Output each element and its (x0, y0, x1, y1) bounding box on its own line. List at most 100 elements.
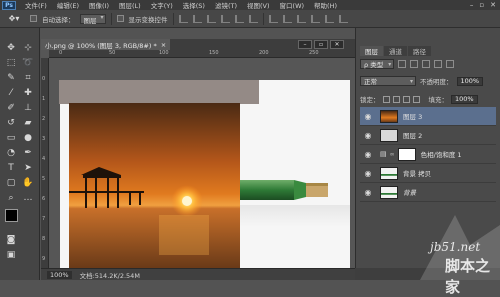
type-tool-icon[interactable]: T (4, 162, 18, 174)
close-tab-icon[interactable]: × (161, 41, 166, 49)
zoom-tool-icon[interactable]: ⌕ (4, 192, 18, 204)
align-vcenter-icon[interactable] (192, 14, 202, 23)
marquee-tool-icon[interactable]: ⬚ (4, 57, 18, 69)
tab-paths[interactable]: 路径 (408, 46, 431, 56)
eraser-tool-icon[interactable]: ▰ (21, 117, 35, 129)
layer-row[interactable]: ◉ 图层 3 (360, 107, 496, 126)
clone-stamp-tool-icon[interactable]: ⊥ (21, 102, 35, 114)
visibility-eye-icon[interactable]: ◉ (362, 150, 374, 159)
visibility-eye-icon[interactable]: ◉ (362, 188, 374, 197)
adjustment-layer-icon: ▤ (380, 150, 387, 158)
menu-select[interactable]: 选择(S) (178, 0, 210, 10)
align-top-icon[interactable] (178, 14, 188, 23)
move-tool-icon[interactable]: ✥ (4, 42, 18, 54)
menu-filter[interactable]: 滤镜(T) (210, 0, 242, 10)
distribute-left-icon[interactable] (310, 14, 320, 23)
brush-tool-icon[interactable]: ✐ (4, 102, 18, 114)
auto-select-dropdown[interactable]: 图层 (79, 13, 106, 25)
quick-select-tool-icon[interactable]: ✎ (4, 72, 18, 84)
blur-tool-icon[interactable]: ● (21, 132, 35, 144)
align-hcenter-icon[interactable] (234, 14, 244, 23)
tab-channels[interactable]: 通道 (384, 46, 407, 56)
history-brush-tool-icon[interactable]: ↺ (4, 117, 18, 129)
lock-transparent-icon[interactable] (382, 95, 390, 103)
crop-tool-icon[interactable]: ⌗ (21, 72, 35, 84)
distribute-hcenter-icon[interactable] (324, 14, 334, 23)
shape-filter-icon[interactable] (434, 60, 443, 68)
menu-image[interactable]: 图像(I) (84, 0, 114, 10)
fill-label: 填充： (428, 96, 449, 104)
distribute-top-icon[interactable] (268, 14, 278, 23)
layer-row[interactable]: ◉ 背景 (360, 183, 496, 202)
dodge-tool-icon[interactable]: ◔ (4, 147, 18, 159)
menu-type[interactable]: 文字(Y) (146, 0, 178, 10)
layer-kind-filter[interactable]: ρ 类型 (360, 59, 395, 69)
pen-tool-icon[interactable]: ✒ (21, 147, 35, 159)
opacity-field[interactable]: 100% (456, 76, 484, 86)
text-filter-icon[interactable] (422, 60, 431, 68)
minimize-icon[interactable]: – (470, 1, 474, 9)
window-controls: – ▫ ✕ (470, 0, 496, 10)
divider (262, 12, 264, 25)
ruler-horizontal: 0 50 100 150 200 250 (49, 50, 355, 58)
eyedropper-tool-icon[interactable]: ⁄ (4, 87, 18, 99)
hand-tool-icon[interactable]: ✋ (21, 177, 35, 189)
foreground-color-swatch[interactable] (5, 209, 18, 222)
align-left-icon[interactable] (220, 14, 230, 23)
ruler-number: 0 (42, 76, 46, 82)
menu-layer[interactable]: 图层(L) (114, 0, 146, 10)
lock-all-icon[interactable] (412, 95, 420, 103)
more-tools-icon[interactable]: … (21, 192, 35, 204)
close-icon[interactable]: ✕ (490, 1, 496, 9)
show-transform-checkbox[interactable] (116, 15, 124, 22)
ruler-number: 6 (42, 196, 46, 202)
lasso-tool-icon[interactable]: ➰ (21, 57, 35, 69)
doc-minimize-icon[interactable]: – (298, 40, 312, 49)
visibility-eye-icon[interactable]: ◉ (362, 169, 374, 178)
document-size-info[interactable]: 文档:514.2K/2.54M (80, 270, 140, 280)
pixel-filter-icon[interactable] (398, 60, 407, 68)
fill-field[interactable]: 100% (451, 94, 478, 104)
lock-position-icon[interactable] (402, 95, 410, 103)
maximize-icon[interactable]: ▫ (479, 1, 484, 9)
doc-close-icon[interactable]: ✕ (330, 40, 344, 49)
gradient-tool-icon[interactable]: ▭ (4, 132, 18, 144)
screen-mode-icon[interactable]: ▣ (4, 249, 18, 261)
align-bottom-icon[interactable] (206, 14, 216, 23)
distribute-right-icon[interactable] (338, 14, 348, 23)
path-select-tool-icon[interactable]: ➤ (21, 162, 35, 174)
layer-name: 图层 2 (403, 132, 423, 140)
ruler-number: 150 (209, 50, 219, 56)
visibility-eye-icon[interactable]: ◉ (362, 131, 374, 140)
ruler-number: 100 (159, 50, 169, 56)
distribute-bottom-icon[interactable] (296, 14, 306, 23)
adjustment-filter-icon[interactable] (410, 60, 419, 68)
menu-edit[interactable]: 编辑(E) (52, 0, 84, 10)
align-right-icon[interactable] (248, 14, 258, 23)
artboard-tool-icon[interactable]: ⊹ (21, 42, 35, 54)
menu-help[interactable]: 帮助(H) (309, 0, 342, 10)
lock-image-icon[interactable] (392, 95, 400, 103)
layer-row[interactable]: ◉ 图层 2 (360, 126, 496, 145)
layer-row[interactable]: ◉ 背景 拷贝 (360, 164, 496, 183)
move-tool-preset-icon[interactable]: ✥▾ (3, 13, 25, 25)
doc-restore-icon[interactable]: ▫ (314, 40, 328, 49)
layer-row[interactable]: ◉ ▤ ∞ 色相/饱和度 1 (360, 145, 496, 164)
gray-layer-rect (59, 80, 259, 104)
healing-brush-tool-icon[interactable]: ✚ (21, 87, 35, 99)
menu-window[interactable]: 窗口(W) (275, 0, 310, 10)
menu-file[interactable]: 文件(F) (20, 0, 52, 10)
quick-mask-icon[interactable]: ◙ (4, 234, 18, 246)
zoom-field[interactable]: 100% (47, 270, 72, 279)
tab-layers[interactable]: 图层 (360, 46, 383, 56)
blend-mode-dropdown[interactable]: 正常 (360, 76, 416, 86)
shape-tool-icon[interactable]: ▢ (4, 177, 18, 189)
smart-filter-icon[interactable] (446, 60, 455, 68)
layer-mask-thumbnail (397, 147, 416, 161)
visibility-eye-icon[interactable]: ◉ (362, 112, 374, 121)
auto-select-checkbox[interactable] (30, 15, 37, 22)
menu-view[interactable]: 视图(V) (242, 0, 275, 10)
divider (110, 12, 112, 25)
document-tab[interactable]: 小.png @ 100% (图层 3, RGB/8#) * × (41, 39, 171, 50)
distribute-vcenter-icon[interactable] (282, 14, 292, 23)
